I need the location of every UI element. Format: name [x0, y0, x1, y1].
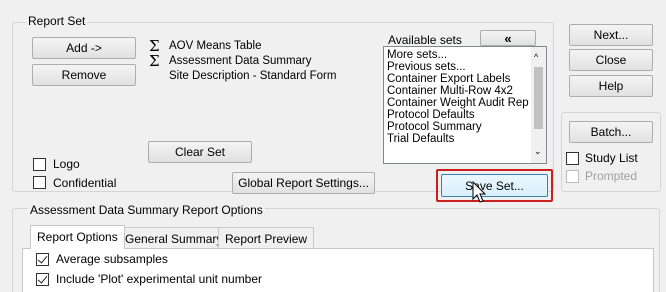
clear-set-button[interactable]: Clear Set: [148, 141, 252, 163]
report-options-title: Assessment Data Summary Report Options: [28, 203, 265, 217]
list-item[interactable]: Protocol Defaults: [387, 109, 475, 121]
sigma-icon: Σ: [149, 52, 160, 70]
list-item[interactable]: Container Weight Audit Rep: [387, 97, 529, 109]
study-list-label: Study List: [585, 151, 638, 165]
confidential-label: Confidential: [53, 176, 117, 190]
close-button[interactable]: Close: [569, 49, 653, 71]
average-subsamples-checkbox[interactable]: [36, 253, 49, 266]
logo-checkbox[interactable]: [33, 158, 46, 171]
help-button[interactable]: Help: [569, 75, 653, 97]
list-item[interactable]: Assessment Data Summary: [169, 55, 312, 67]
tab-report-options[interactable]: Report Options: [30, 225, 125, 249]
tab-report-preview[interactable]: Report Preview: [218, 227, 315, 249]
collapse-button[interactable]: «: [480, 30, 536, 46]
scrollbar[interactable]: ^ ⌄: [531, 47, 546, 163]
include-plot-checkbox[interactable]: [36, 273, 49, 286]
confidential-checkbox[interactable]: [33, 176, 46, 189]
list-item[interactable]: Site Description - Standard Form: [169, 70, 336, 82]
save-set-button[interactable]: Save Set...: [441, 174, 548, 197]
chevron-down-icon[interactable]: ⌄: [534, 147, 542, 156]
available-sets-label: Available sets: [388, 33, 462, 47]
prompted-label: Prompted: [585, 169, 638, 183]
cursor-icon: [472, 181, 487, 203]
list-item[interactable]: More sets...: [387, 49, 447, 61]
tab-general-summary[interactable]: General Summary: [118, 227, 230, 249]
logo-label: Logo: [53, 157, 80, 171]
study-list-checkbox[interactable]: [566, 152, 579, 165]
prompted-checkbox: [566, 170, 579, 183]
sigma-icon: Σ: [149, 37, 160, 55]
report-set-title: Report Set: [26, 14, 88, 28]
scrollbar-thumb[interactable]: [534, 67, 543, 129]
list-item[interactable]: Trial Defaults: [387, 133, 454, 145]
next-button[interactable]: Next...: [569, 24, 653, 46]
list-item[interactable]: AOV Means Table: [169, 40, 261, 52]
global-report-settings-button[interactable]: Global Report Settings...: [232, 172, 375, 194]
list-item[interactable]: Container Multi-Row 4x2: [387, 85, 513, 97]
remove-button[interactable]: Remove: [32, 64, 136, 86]
list-item[interactable]: Previous sets...: [387, 61, 466, 73]
chevron-up-icon[interactable]: ^: [534, 53, 538, 62]
available-sets-list[interactable]: More sets... Previous sets... Container …: [383, 46, 547, 164]
add-button[interactable]: Add ->: [32, 37, 136, 59]
list-item[interactable]: Container Export Labels: [387, 73, 510, 85]
list-item[interactable]: Protocol Summary: [387, 121, 482, 133]
batch-button[interactable]: Batch...: [569, 121, 653, 143]
average-subsamples-label: Average subsamples: [56, 252, 168, 266]
include-plot-label: Include 'Plot' experimental unit number: [56, 272, 263, 286]
